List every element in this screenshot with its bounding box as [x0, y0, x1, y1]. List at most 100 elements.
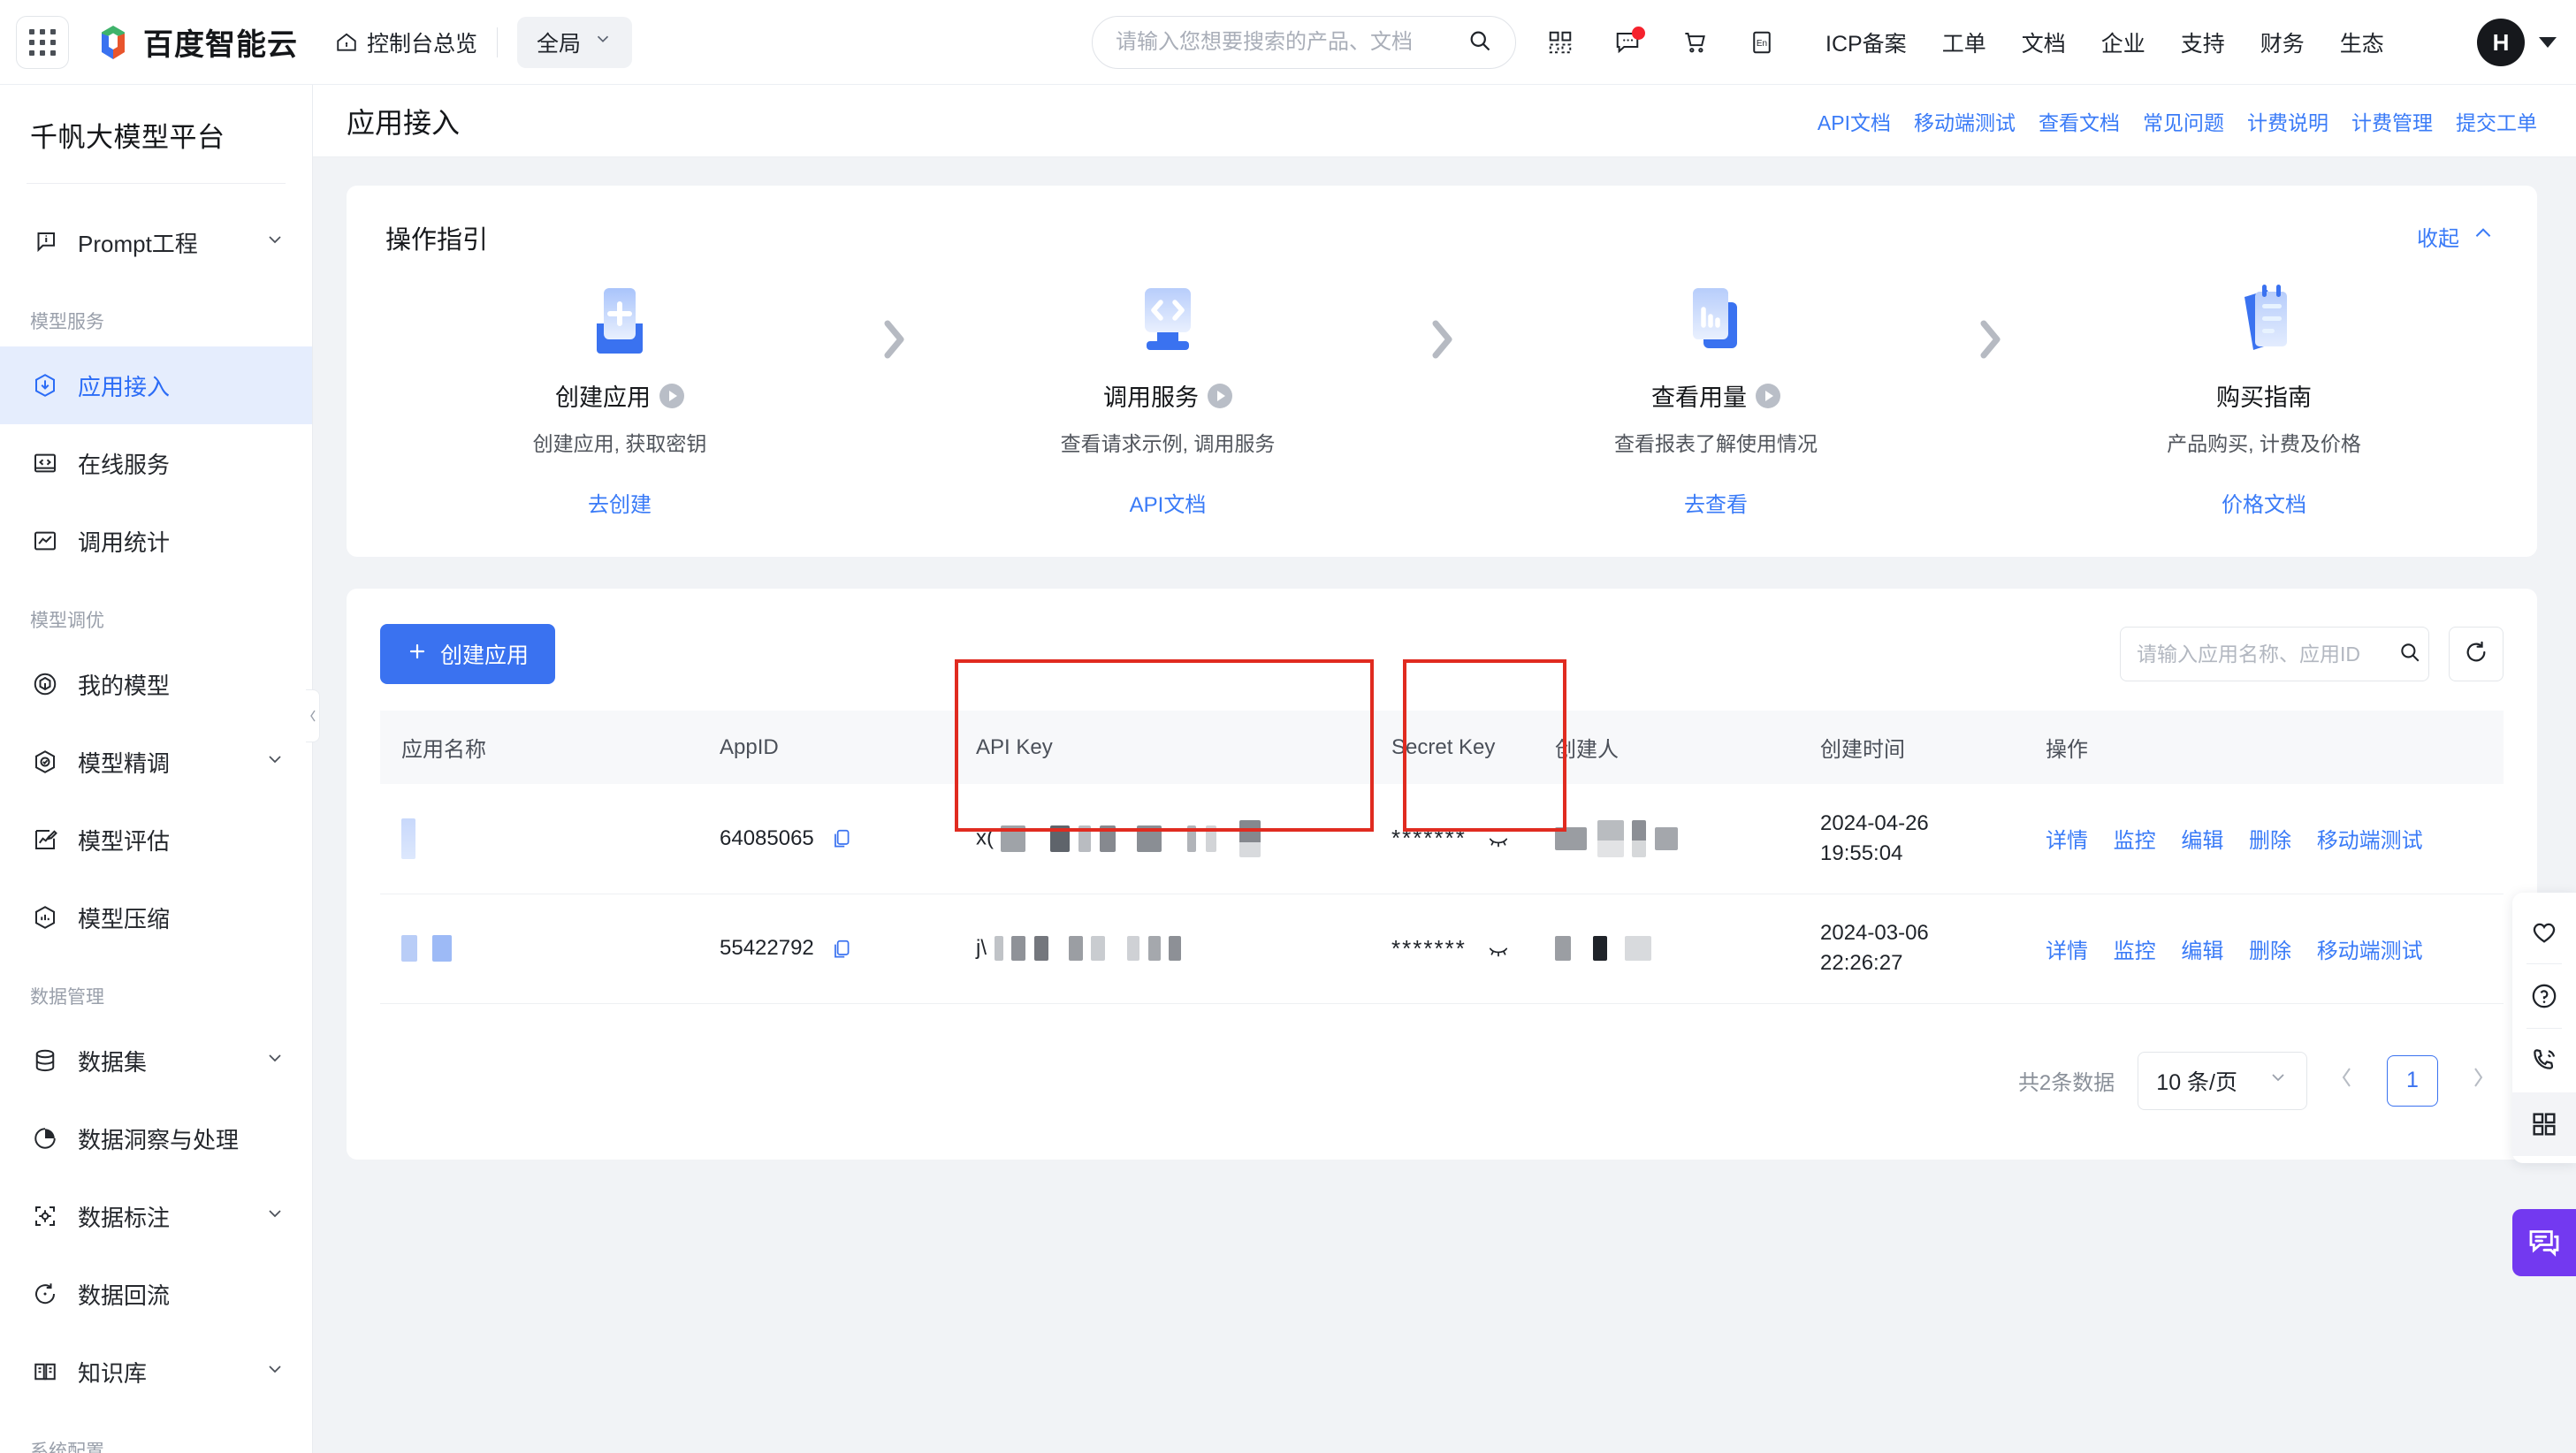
pagination-page-1[interactable]: 1 — [2387, 1054, 2438, 1107]
eye-off-icon[interactable] — [1487, 829, 1510, 852]
sidebar-collapse-handle[interactable] — [306, 689, 320, 742]
sidebar-item-my-models[interactable]: 我的模型 — [0, 645, 312, 723]
brand-logo-area[interactable]: 百度智能云 — [94, 20, 298, 64]
console-overview-link[interactable]: 控制台总览 — [335, 27, 477, 58]
secret-key-masked: ******* — [1391, 825, 1467, 852]
row-action-delete[interactable]: 删除 — [2249, 940, 2291, 963]
apps-grid-icon[interactable] — [2512, 1092, 2576, 1156]
topbar-link-enterprise[interactable]: 企业 — [2101, 27, 2145, 58]
page-link-submit-ticket[interactable]: 提交工单 — [2456, 106, 2537, 136]
created-date: 2024-04-26 — [1820, 810, 1929, 835]
sidebar-item-online-service[interactable]: 在线服务 — [0, 424, 312, 502]
copy-icon[interactable] — [830, 938, 853, 961]
pagination-prev-button[interactable] — [2330, 1064, 2364, 1097]
col-header-api-key: API Key — [955, 711, 1370, 784]
eye-off-icon[interactable] — [1487, 939, 1510, 962]
scope-selector[interactable]: 全局 — [517, 16, 633, 68]
guide-step-call-service[interactable]: 调用服务 查看请求示例, 调用服务 API文档 — [934, 278, 1402, 518]
guide-step-buy-guide[interactable]: 购买指南 产品购买, 计费及价格 价格文档 — [2030, 278, 2498, 518]
row-action-mobile-test[interactable]: 移动端测试 — [2317, 940, 2423, 963]
row-action-edit[interactable]: 编辑 — [2181, 940, 2223, 963]
guide-step-link[interactable]: 去创建 — [588, 487, 652, 518]
refresh-button[interactable] — [2449, 627, 2504, 681]
row-action-mobile-test[interactable]: 移动端测试 — [2317, 829, 2423, 853]
play-icon[interactable] — [659, 383, 684, 408]
guide-step-create-app[interactable]: 创建应用 创建应用, 获取密钥 去创建 — [385, 278, 854, 518]
row-action-detail[interactable]: 详情 — [2046, 940, 2088, 963]
question-icon[interactable] — [2512, 964, 2576, 1028]
redacted-api-key — [1091, 936, 1106, 962]
redacted-app-name — [401, 935, 417, 962]
page-link-mobile-test[interactable]: 移动端测试 — [1914, 106, 2016, 136]
global-search-box[interactable] — [1092, 16, 1516, 69]
topbar-link-finance[interactable]: 财务 — [2260, 27, 2305, 58]
app-search-box[interactable] — [2120, 627, 2429, 681]
row-action-edit[interactable]: 编辑 — [2181, 829, 2223, 853]
page-link-billing-desc[interactable]: 计费说明 — [2247, 106, 2328, 136]
search-icon[interactable] — [1467, 28, 1492, 57]
topbar-link-ecology[interactable]: 生态 — [2340, 27, 2384, 58]
sidebar-item-dataset[interactable]: 数据集 — [0, 1022, 312, 1099]
sidebar-item-app-access[interactable]: 应用接入 — [0, 346, 312, 424]
row-action-detail[interactable]: 详情 — [2046, 829, 2088, 853]
sidebar-item-label: 模型压缩 — [78, 905, 171, 932]
redacted-api-key — [994, 936, 1003, 962]
qrcode-icon[interactable] — [1547, 29, 1574, 56]
global-search-input[interactable] — [1116, 30, 1467, 55]
dataset-icon — [30, 1046, 60, 1076]
guide-collapse-button[interactable]: 收起 — [2417, 221, 2495, 252]
chat-icon[interactable] — [2512, 1209, 2576, 1276]
heart-icon[interactable] — [2512, 900, 2576, 963]
redacted-creator — [1625, 936, 1652, 962]
language-en-icon[interactable]: En — [1749, 29, 1775, 56]
sidebar-item-model-compress[interactable]: 模型压缩 — [0, 879, 312, 956]
sidebar-item-knowledge[interactable]: 知识库 — [0, 1333, 312, 1411]
page-link-view-doc[interactable]: 查看文档 — [2039, 106, 2120, 136]
cart-icon[interactable] — [1681, 29, 1708, 56]
cell-creator — [1534, 894, 1799, 1004]
avatar[interactable]: H — [2477, 19, 2525, 66]
redacted-api-key — [1127, 936, 1140, 962]
sidebar-item-data-label[interactable]: 数据标注 — [0, 1177, 312, 1255]
page-link-faq[interactable]: 常见问题 — [2143, 106, 2224, 136]
play-icon[interactable] — [1208, 383, 1232, 408]
guide-step-link[interactable]: 价格文档 — [2222, 487, 2306, 518]
chevron-down-icon — [264, 1203, 286, 1230]
sidebar-item-call-stats[interactable]: 调用统计 — [0, 502, 312, 580]
sidebar-item-prompt[interactable]: Prompt工程 — [0, 203, 312, 281]
topbar-link-docs[interactable]: 文档 — [2022, 27, 2066, 58]
created-time: 19:55:04 — [1820, 841, 1903, 865]
page-size-selector[interactable]: 10 条/页 — [2138, 1051, 2307, 1110]
sidebar-group-data-mgmt: 数据管理 — [30, 987, 104, 1008]
row-action-delete[interactable]: 删除 — [2249, 829, 2291, 853]
sidebar-item-finetune[interactable]: 模型精调 — [0, 723, 312, 801]
topbar-link-icp[interactable]: ICP备案 — [1825, 27, 1907, 58]
guide-step-link[interactable]: API文档 — [1130, 487, 1207, 518]
guide-step-view-usage[interactable]: 查看用量 查看报表了解使用情况 去查看 — [1482, 278, 1950, 518]
copy-icon[interactable] — [830, 827, 853, 850]
search-icon[interactable] — [2398, 641, 2421, 668]
guide-step-link[interactable]: 去查看 — [1684, 487, 1748, 518]
sidebar-item-data-insight[interactable]: 数据洞察与处理 — [0, 1099, 312, 1177]
play-icon[interactable] — [1756, 383, 1780, 408]
app-search-input[interactable] — [2137, 642, 2398, 666]
appid-value: 55422792 — [720, 936, 814, 960]
redacted-creator — [1555, 826, 1587, 850]
sidebar-item-data-reflow[interactable]: 数据回流 — [0, 1255, 312, 1333]
phone-icon[interactable] — [2512, 1029, 2576, 1092]
redacted-creator — [1632, 819, 1647, 857]
row-action-monitor[interactable]: 监控 — [2114, 940, 2156, 963]
page-link-api-doc[interactable]: API文档 — [1818, 106, 1891, 136]
row-action-monitor[interactable]: 监控 — [2114, 829, 2156, 853]
topbar-link-support[interactable]: 支持 — [2181, 27, 2225, 58]
sidebar-item-model-eval[interactable]: 模型评估 — [0, 801, 312, 879]
page-link-billing-mgmt[interactable]: 计费管理 — [2351, 106, 2433, 136]
grid-apps-icon[interactable] — [16, 15, 69, 69]
pagination-next-button[interactable] — [2461, 1064, 2495, 1097]
message-icon[interactable] — [1614, 27, 1645, 56]
create-app-button[interactable]: 创建应用 — [380, 624, 556, 684]
sidebar-divider — [27, 183, 286, 184]
user-menu-caret-icon[interactable] — [2539, 37, 2557, 48]
prompt-icon — [30, 227, 60, 257]
topbar-link-ticket[interactable]: 工单 — [1942, 27, 1986, 58]
